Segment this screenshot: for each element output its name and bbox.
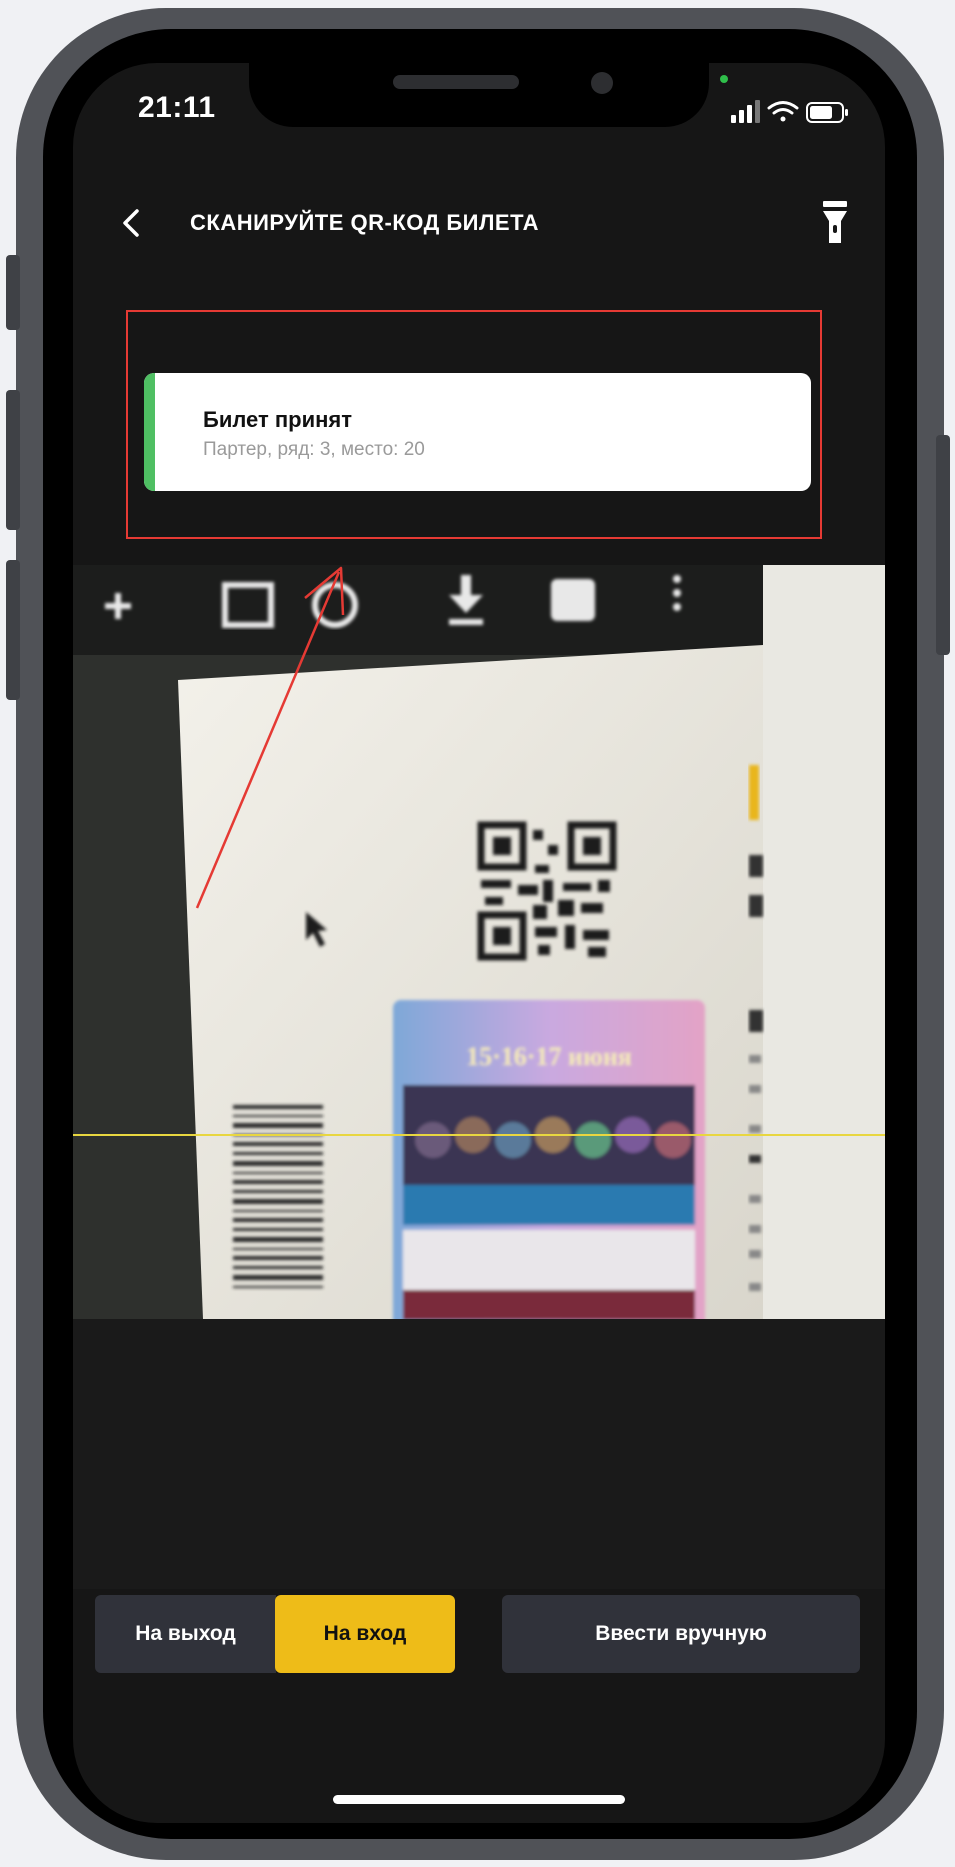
toast-title: Билет принят [203,407,353,432]
camera-in-use-indicator [720,75,728,83]
svg-text:15·16·17 июня: 15·16·17 июня [466,1042,632,1071]
front-camera [591,72,613,94]
app-screen: 15·16·17 июня 21:11 СКАНИРУЙТЕ QR-КОД БИ… [73,63,885,1823]
status-time: 21:11 [138,91,216,124]
volume-down-button [6,560,20,700]
manual-entry-button[interactable]: Ввести вручную [502,1595,860,1673]
status-icons [731,100,848,123]
page-title: СКАНИРУЙТЕ QR-КОД БИЛЕТА [190,210,540,235]
bottom-controls: На выход На вход Ввести вручную [73,1595,885,1675]
ticket-accepted-toast: Билет принят Партер, ряд: 3, место: 20 [144,373,811,491]
mode-exit-button[interactable]: На выход [95,1595,276,1673]
home-indicator[interactable] [333,1795,625,1804]
mode-enter-button[interactable]: На вход [275,1595,455,1673]
volume-up-button [6,390,20,530]
flashlight-icon[interactable] [813,197,857,247]
battery-icon [806,102,848,123]
ticket-photo: 15·16·17 июня [73,565,885,1319]
toast-status-bar [144,373,155,491]
camera-overlay-dim [73,1319,885,1589]
speaker-grille [393,75,519,89]
event-banner: 15·16·17 июня [393,1000,705,1319]
app-header: СКАНИРУЙТЕ QR-КОД БИЛЕТА [73,183,885,263]
signal-icon [731,100,760,123]
chevron-left-icon[interactable] [111,203,151,243]
mute-switch [6,255,20,330]
power-button [936,435,950,655]
notch [249,63,709,127]
wifi-icon [767,101,799,122]
camera-preview: 15·16·17 июня [73,565,885,1319]
toast-subtitle: Партер, ряд: 3, место: 20 [203,439,425,460]
